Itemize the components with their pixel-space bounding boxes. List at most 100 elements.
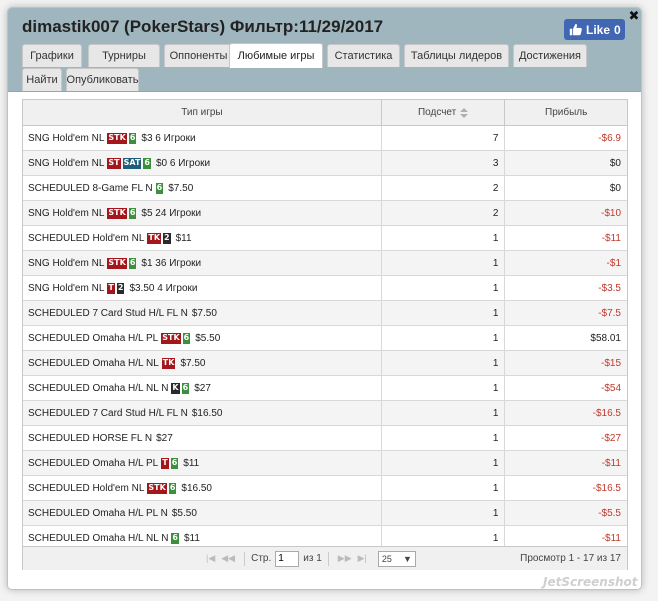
like-count: 0 <box>614 22 621 37</box>
game-badges: K6 <box>170 382 190 394</box>
watermark-logo: JetScreenshot <box>543 575 638 589</box>
last-page-button[interactable]: ▶| <box>358 553 367 564</box>
table-header: Тип игры Подсчет Прибыль <box>23 100 627 126</box>
profit-cell: -$1 <box>606 257 621 269</box>
game-flag-icon: 6 <box>171 532 179 544</box>
table-row[interactable]: SCHEDULED Omaha H/L PL T 6 $11 1 -$11 <box>23 451 627 476</box>
sort-arrows-icon <box>460 107 469 118</box>
profit-cell: -$5.5 <box>598 507 621 519</box>
page-total: из 1 <box>303 553 322 564</box>
tab-8[interactable]: Найти <box>22 68 62 91</box>
game-name: SNG Hold'em NL <box>28 157 105 169</box>
count-cell: 1 <box>382 501 506 525</box>
profit-cell: -$11 <box>601 457 621 469</box>
tab-4[interactable]: Любимые игры <box>229 43 323 68</box>
table-row[interactable]: SCHEDULED Omaha H/L NL TK $7.50 1 -$15 <box>23 351 627 376</box>
game-name: SNG Hold'em NL <box>28 207 105 219</box>
next-page-button[interactable]: ▶▶ <box>338 553 352 564</box>
table-row[interactable]: SCHEDULED 7 Card Stud H/L FL N $16.50 1 -$1… <box>23 401 627 426</box>
table-row[interactable]: SNG Hold'em NL ST SAT 6 $0 6 Игроки 3 $0 <box>23 151 627 176</box>
column-header-label: Подсчет <box>417 107 457 118</box>
column-header-label: Тип игры <box>181 107 223 118</box>
game-type-cell: SCHEDULED 7 Card Stud H/L FL N $16.50 <box>23 401 382 425</box>
tab-1[interactable]: Графики <box>22 44 82 67</box>
game-type-cell: SCHEDULED Hold'em NL TK 2 $11 <box>23 226 382 250</box>
game-flag-icon: 6 <box>128 207 137 219</box>
game-type-cell: SCHEDULED Omaha H/L PL N $5.50 <box>23 501 382 525</box>
game-badges: TK <box>161 357 177 369</box>
pager-separator <box>244 551 246 566</box>
table-row[interactable]: SCHEDULED Omaha H/L PL N $5.50 1 -$5.5 <box>23 501 627 526</box>
count-cell: 1 <box>382 376 506 400</box>
game-badges: T6 <box>160 457 179 469</box>
game-stats-dialog: dimastik007 (PokerStars) Фильтр:11/29/20… <box>7 7 642 590</box>
dialog-title: dimastik007 (PokerStars) Фильтр:11/29/20… <box>22 17 384 36</box>
column-header-profit[interactable]: Прибыль <box>505 100 627 125</box>
count-cell: 1 <box>382 401 506 425</box>
game-badges: 6 <box>155 182 165 194</box>
tab-5[interactable]: Статистика <box>327 44 400 67</box>
game-name: SCHEDULED Omaha H/L PL <box>28 457 159 469</box>
game-type-cell: SNG Hold'em NL STK 6 $5 24 Игроки <box>23 201 382 225</box>
pager-separator <box>327 551 329 566</box>
count-cell: 1 <box>382 476 506 500</box>
profit-cell: -$7.5 <box>598 307 621 319</box>
table-row[interactable]: SCHEDULED Hold'em NL TK 2 $11 1 -$11 <box>23 226 627 251</box>
game-name: SCHEDULED Omaha H/L PL <box>28 332 159 344</box>
game-buyin: $7.50 <box>168 182 194 194</box>
profit-cell: -$27 <box>600 432 621 444</box>
game-flag-icon: TK <box>161 357 176 369</box>
view-range-text: Просмотр 1 - 17 из 17 <box>520 553 621 564</box>
game-type-cell: SCHEDULED 7 Card Stud H/L FL N $7.50 <box>23 301 382 325</box>
page-size-select[interactable]: 25 ▼ <box>377 550 416 567</box>
table-row[interactable]: SCHEDULED HORSE FL N $27 1 -$27 <box>23 426 627 451</box>
table-row[interactable]: SNG Hold'em NL T 2 $3.50 4 Игроки 1 -$3.5 <box>23 276 627 301</box>
game-flag-icon: SAT <box>122 157 142 169</box>
column-header-game-type[interactable]: Тип игры <box>23 100 382 125</box>
page-number-input[interactable] <box>275 550 300 567</box>
game-buyin: $3 6 Игроки <box>141 132 196 144</box>
count-cell: 1 <box>382 426 506 450</box>
table-row[interactable]: SCHEDULED Omaha H/L NL N K 6 $27 1 -$54 <box>23 376 627 401</box>
tab-2[interactable]: Турниры <box>88 44 160 67</box>
tab-3[interactable]: Оппоненты <box>164 44 233 67</box>
game-flag-icon: ST <box>107 157 121 169</box>
tab-9[interactable]: Опубликовать <box>66 68 139 91</box>
prev-page-button[interactable]: ◀◀ <box>221 553 235 564</box>
game-type-cell: SCHEDULED 8-Game FL N 6 $7.50 <box>23 176 382 200</box>
table-row[interactable]: SCHEDULED 7 Card Stud H/L FL N $7.50 1 -$7.… <box>23 301 627 326</box>
close-icon[interactable]: ✖ <box>628 9 640 22</box>
game-flag-icon: 2 <box>163 232 171 244</box>
game-type-cell: SCHEDULED Omaha H/L PL T 6 $11 <box>23 451 382 475</box>
profit-cell: -$54 <box>600 382 621 394</box>
first-page-button[interactable]: |◀ <box>206 553 215 564</box>
game-buyin: $3.50 4 Игроки <box>129 282 198 294</box>
game-type-cell: SCHEDULED Omaha H/L NL TK $7.50 <box>23 351 382 375</box>
profit-cell: -$10 <box>600 207 621 219</box>
game-badges: STK 6 <box>106 257 137 269</box>
game-name: SNG Hold'em NL <box>28 132 105 144</box>
column-header-count[interactable]: Подсчет <box>382 100 506 125</box>
table-body: SNG Hold'em NL STK 6 $3 6 Игроки 7 -$6.9 SNG H… <box>23 126 627 551</box>
tab-6[interactable]: Таблицы лидеров <box>404 44 509 67</box>
table-row[interactable]: SCHEDULED Omaha H/L PL STK 6 $5.50 1 $58.01 <box>23 326 627 351</box>
game-flag-icon: 6 <box>168 482 177 494</box>
table-row[interactable]: SCHEDULED 8-Game FL N 6 $7.50 2 $0 <box>23 176 627 201</box>
table-row[interactable]: SNG Hold'em NL STK 6 $5 24 Игроки 2 -$10 <box>23 201 627 226</box>
count-cell: 1 <box>382 226 506 250</box>
game-type-cell: SNG Hold'em NL T 2 $3.50 4 Игроки <box>23 276 382 300</box>
game-name: SNG Hold'em NL <box>28 282 105 294</box>
table-row[interactable]: SNG Hold'em NL STK 6 $3 6 Игроки 7 -$6.9 <box>23 126 627 151</box>
profit-cell: -$16.5 <box>592 482 621 494</box>
game-flag-icon: TK <box>147 232 162 244</box>
table-row[interactable]: SNG Hold'em NL STK 6 $1 36 Игроки 1 -$1 <box>23 251 627 276</box>
count-cell: 1 <box>382 451 506 475</box>
facebook-like-button[interactable]: Like 0 <box>564 19 625 40</box>
tab-7[interactable]: Достижения <box>513 44 587 67</box>
game-buyin: $27 <box>194 382 211 394</box>
game-name: SCHEDULED Omaha H/L PL N <box>28 507 168 519</box>
profit-cell: $0 <box>609 182 621 194</box>
game-buyin: $7.50 <box>191 307 217 319</box>
game-type-cell: SNG Hold'em NL STK 6 $1 36 Игроки <box>23 251 382 275</box>
table-row[interactable]: SCHEDULED Hold'em NL STK 6 $16.50 1 -$16.5 <box>23 476 627 501</box>
